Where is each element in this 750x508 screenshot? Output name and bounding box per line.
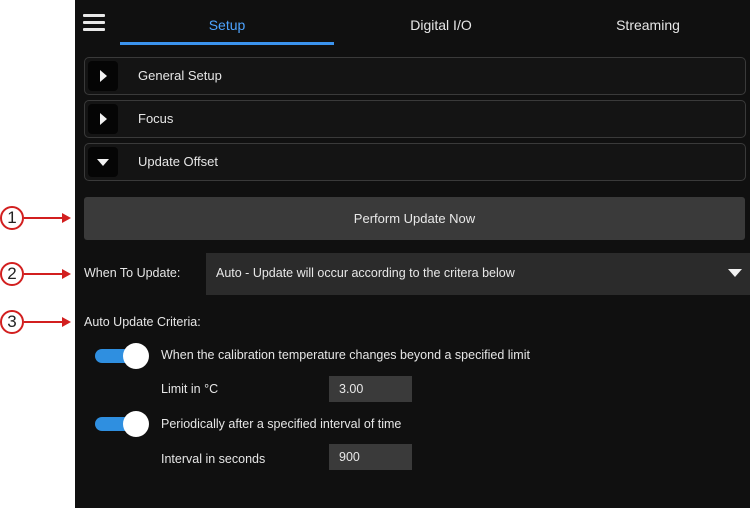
callout-2-arrow-head xyxy=(62,269,71,279)
dropdown-arrow-icon xyxy=(728,269,742,277)
section-label: Focus xyxy=(138,111,174,126)
callout-1-arrow xyxy=(24,217,62,219)
limit-label: Limit in °C xyxy=(161,382,219,396)
periodic-interval-text: Periodically after a specified interval … xyxy=(161,417,402,431)
chevron-down-icon xyxy=(97,159,109,166)
tab-streaming[interactable]: Streaming xyxy=(548,0,748,50)
app-panel: Setup Digital I/O Streaming General Setu… xyxy=(75,0,750,508)
callout-1-arrow-head xyxy=(62,213,71,223)
tab-digital-io[interactable]: Digital I/O xyxy=(334,0,548,50)
callout-2: 2 xyxy=(0,262,24,286)
section-update-offset[interactable]: Update Offset xyxy=(84,143,746,181)
auto-update-criteria-label: Auto Update Criteria: xyxy=(84,315,201,329)
chevron-right-icon xyxy=(100,70,107,82)
callout-3: 3 xyxy=(0,310,24,334)
collapse-toggle[interactable] xyxy=(88,147,118,177)
expand-toggle[interactable] xyxy=(88,104,118,134)
temperature-change-toggle[interactable] xyxy=(95,343,151,369)
active-tab-indicator xyxy=(120,42,334,45)
section-general-setup[interactable]: General Setup xyxy=(84,57,746,95)
chevron-right-icon xyxy=(100,113,107,125)
callout-2-arrow xyxy=(24,273,62,275)
select-value: Auto - Update will occur according to th… xyxy=(216,266,515,280)
tab-bar: Setup Digital I/O Streaming xyxy=(75,0,750,50)
callout-3-arrow xyxy=(24,321,62,323)
limit-input[interactable] xyxy=(329,376,412,402)
section-focus[interactable]: Focus xyxy=(84,100,746,138)
callout-1: 1 xyxy=(0,206,24,230)
periodic-interval-toggle[interactable] xyxy=(95,411,151,437)
interval-input[interactable] xyxy=(329,444,412,470)
interval-label: Interval in seconds xyxy=(161,452,266,466)
section-label: General Setup xyxy=(138,68,222,83)
temperature-change-text: When the calibration temperature changes… xyxy=(161,348,530,362)
when-to-update-label: When To Update: xyxy=(84,266,181,280)
section-label: Update Offset xyxy=(138,154,218,169)
callout-3-arrow-head xyxy=(62,317,71,327)
when-to-update-select[interactable]: Auto - Update will occur according to th… xyxy=(206,253,750,295)
expand-toggle[interactable] xyxy=(88,61,118,91)
perform-update-now-button[interactable]: Perform Update Now xyxy=(84,197,745,240)
menu-icon[interactable] xyxy=(83,14,105,32)
